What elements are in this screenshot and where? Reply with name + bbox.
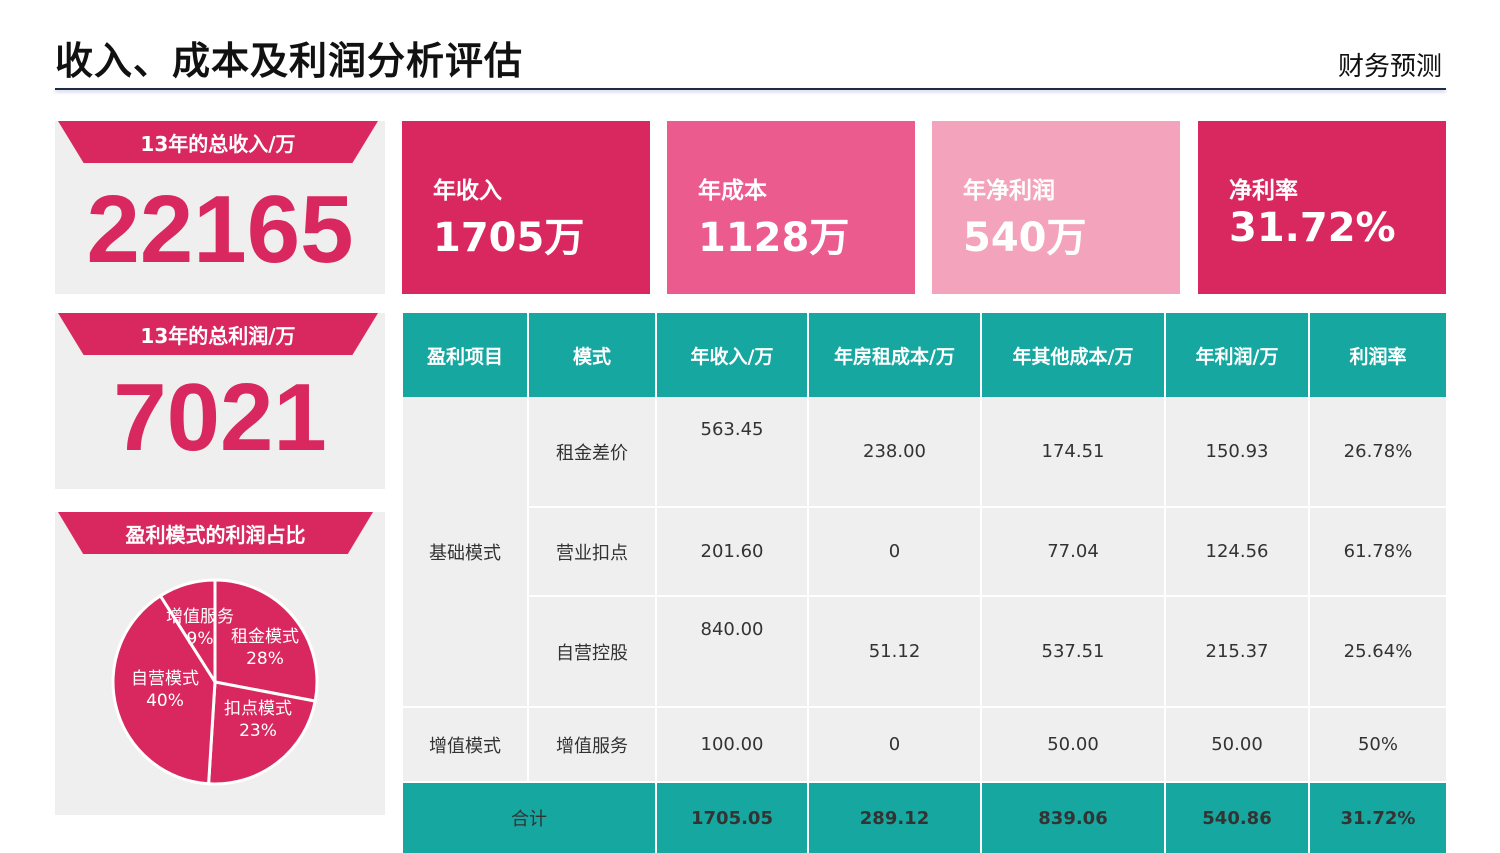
- mode-cell: 自营控股: [528, 596, 657, 708]
- column-header: 年房租成本/万: [808, 313, 982, 397]
- kpi-net-margin: 净利率 31.72%: [1198, 121, 1446, 294]
- revenue-cell: 201.60: [656, 507, 809, 597]
- title-divider: [55, 88, 1446, 90]
- pie-slice-percent: 23%: [239, 721, 277, 741]
- pie-slice-percent: 28%: [246, 649, 284, 669]
- kpi-annual-cost: 年成本 1128万: [667, 121, 915, 294]
- kpi-annual-revenue: 年收入 1705万: [402, 121, 650, 294]
- total-other-cost-cell: 839.06: [981, 782, 1166, 853]
- column-header: 模式: [528, 313, 657, 397]
- revenue-cell: 563.45: [656, 397, 809, 508]
- profit-cell: 150.93: [1165, 397, 1310, 508]
- margin-cell: 61.78%: [1309, 507, 1446, 597]
- rent-cost-cell: 0: [808, 507, 982, 597]
- column-header: 年收入/万: [656, 313, 809, 397]
- other-cost-cell: 537.51: [981, 596, 1166, 708]
- section-label: 财务预测: [1337, 52, 1442, 82]
- table-total-row: 合计 1705.05 289.12 839.06 540.86 31.72%: [403, 782, 1446, 853]
- financial-table: 盈利项目 模式 年收入/万 年房租成本/万 年其他成本/万 年利润/万 利润率 …: [403, 313, 1446, 853]
- total-revenue-label: 13年的总收入/万: [58, 121, 378, 163]
- total-profit-cell: 540.86: [1165, 782, 1310, 853]
- rent-cost-cell: 238.00: [808, 397, 982, 508]
- kpi-annual-net-profit: 年净利润 540万: [932, 121, 1180, 294]
- mode-cell: 租金差价: [528, 397, 657, 508]
- total-revenue-value: 22165: [86, 176, 354, 283]
- profit-share-pie-chart: 增值服务9% 租金模式28% 扣点模式23% 自营模式40%: [111, 578, 319, 786]
- kpi-value: 540万: [963, 215, 1087, 261]
- pie-slice-label: 扣点模式: [224, 699, 292, 719]
- mode-cell: 营业扣点: [528, 507, 657, 597]
- total-rent-cost-cell: 289.12: [808, 782, 982, 853]
- column-header: 年利润/万: [1165, 313, 1310, 397]
- kpi-label: 年净利润: [963, 178, 1055, 204]
- page-title: 收入、成本及利润分析评估: [55, 39, 524, 83]
- margin-cell: 26.78%: [1309, 397, 1446, 508]
- kpi-label: 年成本: [698, 178, 767, 204]
- kpi-label: 净利率: [1229, 178, 1298, 204]
- rent-cost-cell: 0: [808, 707, 982, 783]
- pie-slice-label: 自营模式: [131, 669, 199, 689]
- kpi-value: 1705万: [433, 215, 585, 261]
- total-revenue-cell: 1705.05: [656, 782, 809, 853]
- total-label-cell: 合计: [403, 782, 657, 853]
- rent-cost-cell: 51.12: [808, 596, 982, 708]
- total-margin-cell: 31.72%: [1309, 782, 1446, 853]
- profit-cell: 215.37: [1165, 596, 1310, 708]
- revenue-cell: 840.00: [656, 596, 809, 708]
- kpi-label: 年收入: [433, 178, 502, 204]
- other-cost-cell: 174.51: [981, 397, 1166, 508]
- table-row: 增值模式 增值服务 100.00 0 50.00 50.00 50%: [403, 707, 1446, 783]
- kpi-value: 1128万: [698, 215, 850, 261]
- margin-cell: 25.64%: [1309, 596, 1446, 708]
- pie-slice-label: 租金模式: [231, 627, 299, 647]
- other-cost-cell: 50.00: [981, 707, 1166, 783]
- table-row: 基础模式 租金差价 563.45 238.00 174.51 150.93 26…: [403, 397, 1446, 708]
- kpi-value: 31.72%: [1229, 205, 1396, 251]
- pie-title: 盈利模式的利润占比: [58, 512, 373, 554]
- table-header-row: 盈利项目 模式 年收入/万 年房租成本/万 年其他成本/万 年利润/万 利润率: [403, 313, 1446, 397]
- category-cell: 基础模式: [403, 397, 529, 708]
- total-revenue-panel: 13年的总收入/万 22165: [55, 121, 385, 294]
- pie-slice-percent: 40%: [146, 691, 184, 711]
- margin-cell: 50%: [1309, 707, 1446, 783]
- pie-slice-label: 增值服务: [166, 607, 234, 627]
- profit-cell: 124.56: [1165, 507, 1310, 597]
- pie-slice-percent: 9%: [187, 629, 214, 649]
- total-profit-label: 13年的总利润/万: [58, 313, 378, 355]
- total-profit-value: 7021: [113, 364, 327, 471]
- total-profit-panel: 13年的总利润/万 7021: [55, 313, 385, 489]
- column-header: 盈利项目: [403, 313, 529, 397]
- column-header: 利润率: [1309, 313, 1446, 397]
- revenue-cell: 100.00: [656, 707, 809, 783]
- table-row: 营业扣点 201.60 0 77.04 124.56 61.78%: [403, 507, 1446, 597]
- profit-cell: 50.00: [1165, 707, 1310, 783]
- table-row: 自营控股 840.00 51.12 537.51 215.37 25.64%: [403, 596, 1446, 708]
- other-cost-cell: 77.04: [981, 507, 1166, 597]
- mode-cell: 增值服务: [528, 707, 657, 783]
- column-header: 年其他成本/万: [981, 313, 1166, 397]
- category-cell: 增值模式: [403, 707, 529, 783]
